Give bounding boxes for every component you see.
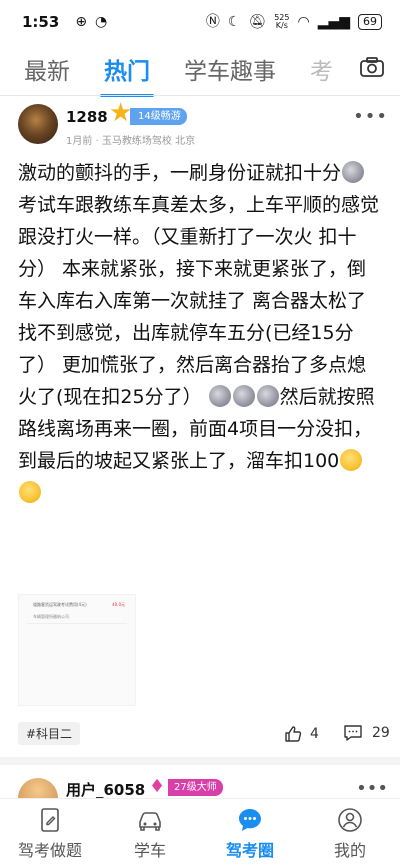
new-moon-emoji-icon <box>342 161 365 183</box>
status-time: 1:53 <box>22 13 60 31</box>
status-bar: 1:53 ⊕ ◔ Ⓝ ☾ 🔕︎ 525 K/s ◠ ▂▄▆ 69 <box>0 0 400 44</box>
nav-learn-driving[interactable]: 学车 <box>100 799 200 867</box>
like-count: 4 <box>310 726 319 742</box>
signal-icon: ▂▄▆ <box>317 14 350 30</box>
bottom-navigation: 驾考做题 学车 驾考圈 我的 <box>0 798 400 867</box>
tab-exam[interactable]: 考 <box>310 52 333 86</box>
moon-icon: ☾ <box>227 14 241 30</box>
post-separator <box>0 757 400 765</box>
wifi-icon: ◠ <box>297 14 310 30</box>
speedometer-icon: ◔ <box>95 14 108 30</box>
more-options-icon[interactable]: ••• <box>356 778 388 799</box>
notification-icon: ⊕ <box>75 14 88 30</box>
nav-community[interactable]: 驾考圈 <box>200 799 300 867</box>
post-image-attachment[interactable]: 道路客货运驾驶考试费用(4元) 40.0元 车辆管理所缴纳公司 <box>18 594 136 706</box>
topic-tag[interactable]: #科目二 <box>18 722 81 745</box>
nav-profile[interactable]: 我的 <box>300 799 400 867</box>
post-header: 1288 ★ 14级畅游 1月前 · 玉马教练场驾校 北京 ••• <box>18 100 388 156</box>
new-moon-emoji-icon <box>232 385 255 407</box>
next-post-header: 用户_6058 ♦ 27级大师 ••• <box>18 770 388 818</box>
nav-exam-practice[interactable]: 驾考做题 <box>0 799 100 867</box>
camera-icon[interactable] <box>360 56 384 78</box>
new-moon-emoji-icon <box>208 385 231 407</box>
nfc-icon: Ⓝ <box>205 14 220 30</box>
battery-indicator: 69 <box>358 14 382 30</box>
car-icon <box>139 812 161 831</box>
gem-level-icon: ♦ <box>149 776 166 797</box>
weary-face-emoji-icon <box>340 449 363 471</box>
tab-fun-stories[interactable]: 学车趣事 <box>184 52 276 86</box>
chat-bubble-icon <box>239 809 261 831</box>
level-badge: 14级畅游 <box>130 108 187 125</box>
user-icon <box>338 808 362 832</box>
comment-icon <box>344 725 362 741</box>
avatar[interactable] <box>18 104 58 144</box>
post-username[interactable]: 用户_6058 <box>66 779 145 800</box>
star-level-icon: ★ <box>109 98 133 128</box>
category-tabs: 最新 热门 学车趣事 考 <box>0 44 400 97</box>
thumbs-up-icon <box>285 726 302 742</box>
tab-hot[interactable]: 热门 <box>100 52 154 97</box>
bell-off-icon: 🔕︎ <box>248 14 267 30</box>
comment-count: 29 <box>372 725 390 741</box>
document-edit-icon <box>41 808 59 832</box>
like-button[interactable]: 4 <box>284 725 319 743</box>
tabs-divider <box>0 95 400 96</box>
post-meta: 1月前 · 玉马教练场驾校 北京 <box>66 136 196 147</box>
weary-face-emoji-icon <box>19 481 41 503</box>
network-speed: 525 K/s <box>274 13 290 30</box>
comment-button[interactable]: 29 <box>344 725 390 741</box>
level-badge: 27级大师 <box>168 779 223 796</box>
post-content[interactable]: 激动的颤抖的手，一刷身份证就扣十分 考试车跟教练车真差太多，上车平顺的感觉跟没打… <box>18 157 384 509</box>
tab-latest[interactable]: 最新 <box>24 52 70 86</box>
post-username[interactable]: 1288 <box>66 108 108 126</box>
new-moon-emoji-icon <box>256 385 279 407</box>
more-options-icon[interactable]: ••• <box>353 106 388 127</box>
